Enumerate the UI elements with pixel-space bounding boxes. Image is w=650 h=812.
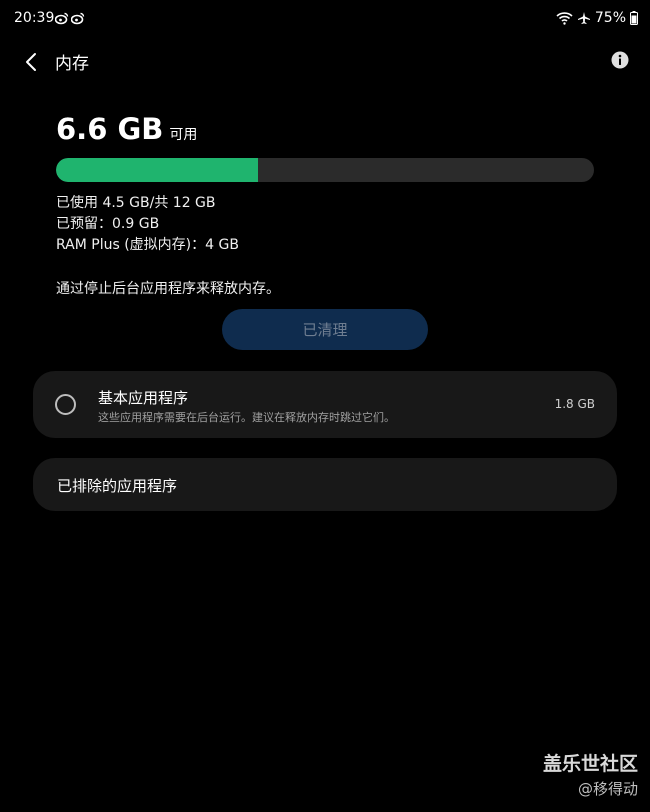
available-memory: 6.6 GB 可用: [56, 112, 197, 146]
status-bar: 20:39 75%: [0, 0, 650, 38]
basic-apps-radio[interactable]: [55, 394, 76, 415]
header-bar: 内存: [0, 38, 650, 82]
airplane-icon: [577, 12, 590, 24]
status-time: 20:39: [14, 10, 55, 26]
battery-icon: [630, 11, 638, 25]
ram-plus-line: RAM Plus (虚拟内存)：4 GB: [56, 237, 239, 253]
watermark-main: 盖乐世社区: [542, 753, 638, 775]
info-icon[interactable]: [610, 50, 630, 70]
basic-apps-size: 1.8 GB: [554, 397, 595, 411]
weibo-icon: [71, 12, 85, 25]
page-title: 内存: [55, 54, 89, 74]
used-memory-line: 已使用 4.5 GB/共 12 GB: [56, 195, 216, 211]
watermark-sub: @移得动: [577, 780, 638, 798]
available-value: 6.6 GB: [56, 112, 164, 146]
excluded-apps-item[interactable]: 已排除的应用程序: [33, 458, 617, 511]
reserved-memory-line: 已预留：0.9 GB: [56, 216, 160, 232]
status-indicators: 75%: [556, 9, 638, 27]
free-memory-hint: 通过停止后台应用程序来释放内存。: [56, 281, 280, 297]
back-button[interactable]: [18, 48, 46, 76]
basic-apps-card[interactable]: 基本应用程序 这些应用程序需要在后台运行。建议在释放内存时跳过它们。 1.8 G…: [33, 371, 617, 438]
basic-apps-title: 基本应用程序: [98, 389, 189, 407]
excluded-apps-title: 已排除的应用程序: [57, 477, 178, 495]
available-suffix: 可用: [169, 127, 198, 143]
battery-percent: 75%: [594, 10, 626, 26]
weibo-icon: [55, 12, 69, 25]
memory-usage-bar-fill: [56, 158, 258, 182]
memory-usage-bar: [56, 158, 594, 182]
wifi-icon: [556, 12, 573, 25]
clean-button[interactable]: 已清理: [222, 309, 428, 350]
basic-apps-subtitle: 这些应用程序需要在后台运行。建议在释放内存时跳过它们。: [98, 411, 395, 424]
